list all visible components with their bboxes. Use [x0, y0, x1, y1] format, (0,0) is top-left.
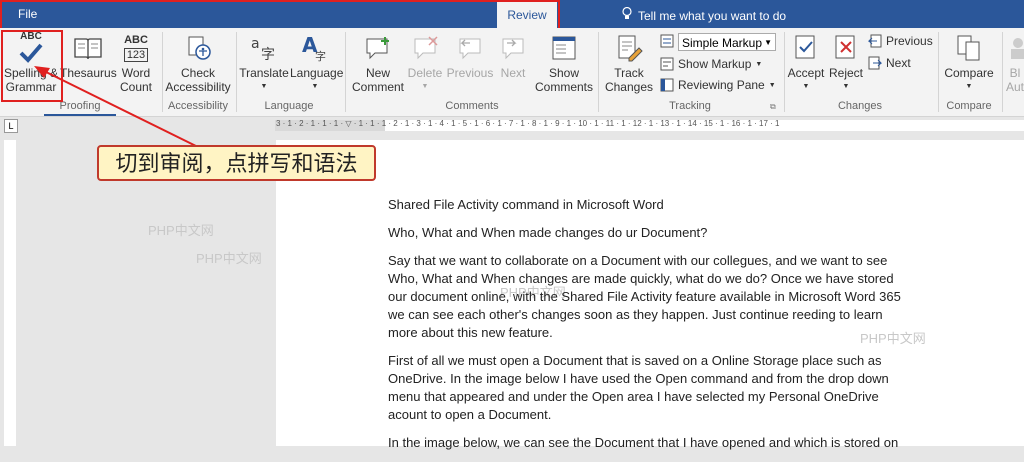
callout-annotation: 切到审阅，点拼写和语法	[97, 145, 376, 181]
annotation-arrow	[34, 66, 201, 149]
